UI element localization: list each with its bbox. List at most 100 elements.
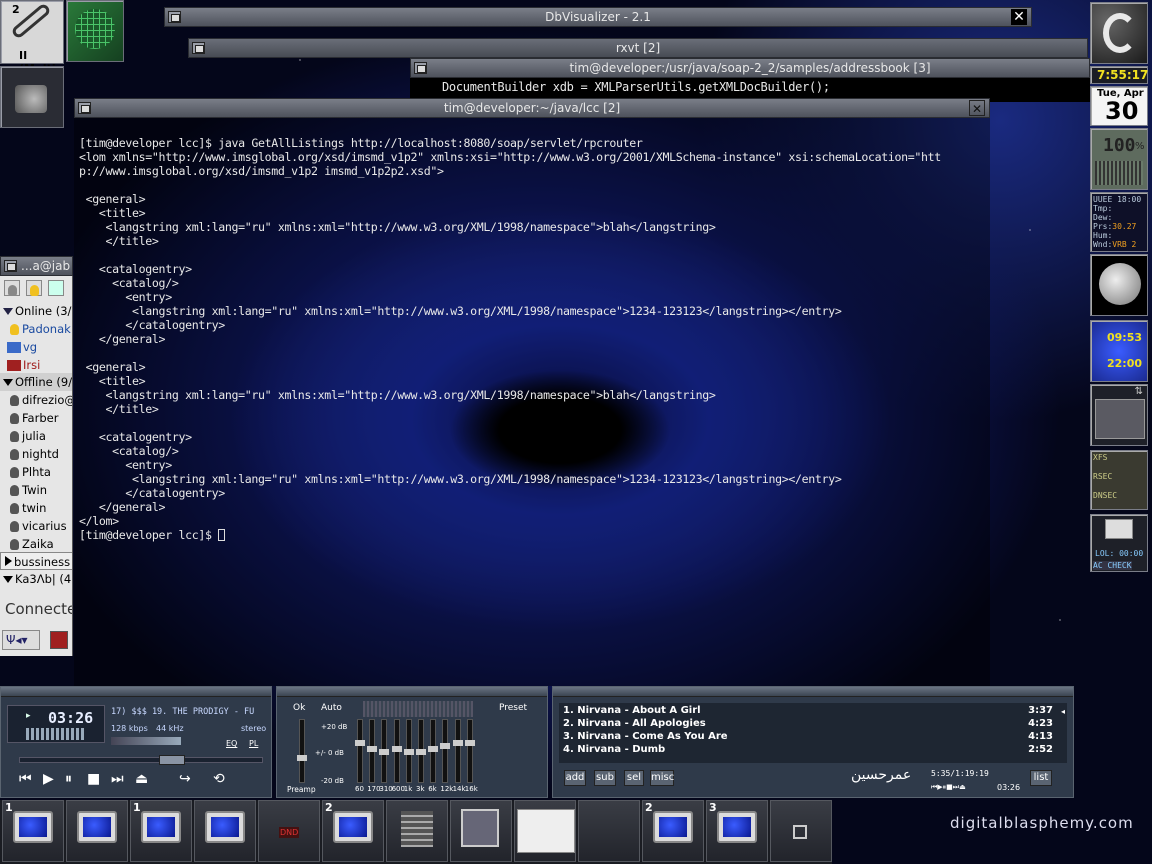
rxvt-titlebar[interactable]: rxvt [2]	[188, 38, 1088, 58]
playlist-sel-button[interactable]: sel	[624, 770, 644, 786]
eq-toggle[interactable]: EQ	[226, 739, 237, 748]
bitrate-value: 128	[111, 724, 127, 733]
window-menu-button[interactable]	[168, 11, 181, 23]
bulb-icon[interactable]	[4, 280, 20, 296]
eq-band-slider[interactable]	[355, 719, 365, 783]
shuffle-icon[interactable]: ↪	[179, 771, 191, 787]
weather-station: UUEE	[1093, 195, 1113, 204]
dbvisualizer-titlebar[interactable]: DbVisualizer - 2.1 ✕	[164, 7, 1032, 27]
contact-item[interactable]: Padonak	[0, 320, 72, 338]
eq-band-slider[interactable]	[379, 719, 390, 783]
group-ka3ab[interactable]: Ka3Λb| (4	[0, 570, 72, 588]
network-app-icon[interactable]	[66, 0, 124, 62]
eq-band-slider[interactable]	[367, 719, 378, 783]
taskbar-workspace-2[interactable]: 2	[322, 800, 384, 862]
contact-item[interactable]: twin	[0, 499, 72, 517]
clip-dockapp[interactable]: 2 II (Multi	[0, 0, 64, 75]
eq-on-toggle[interactable]: Ok	[293, 703, 305, 713]
playlist-misc-button[interactable]: misc	[650, 770, 674, 786]
antenna-icon[interactable]: Ψ◂▾	[2, 630, 40, 650]
contact-item[interactable]: julia	[0, 427, 72, 445]
taskbar-monitor[interactable]	[194, 800, 256, 862]
playlist-list-button[interactable]: list	[1030, 770, 1052, 786]
close-icon[interactable]: ✕	[1011, 9, 1027, 25]
addressbook-titlebar[interactable]: tim@developer:/usr/java/soap-2_2/samples…	[410, 58, 1090, 78]
eject-icon[interactable]: ⏏	[135, 771, 148, 787]
group-offline[interactable]: Offline (9/	[0, 373, 72, 391]
eq-band-slider[interactable]	[452, 719, 463, 783]
stop-icon[interactable]: ■	[87, 771, 100, 787]
contact-item[interactable]: Zaika	[0, 535, 72, 553]
lcc-terminal-content[interactable]: [tim@developer lcc]$ java GetAllListings…	[74, 118, 990, 686]
mini-controls[interactable]: ⏮▶⏸■⏭⏏	[931, 783, 966, 792]
window-menu-button[interactable]	[78, 102, 91, 114]
seek-bar[interactable]	[19, 757, 263, 763]
taskbar-browser-thumb[interactable]	[514, 800, 576, 862]
seek-knob[interactable]	[159, 755, 185, 765]
playlist-row[interactable]: 2. Nirvana - All Apologies 4:23	[563, 718, 1059, 731]
window-menu-button[interactable]	[192, 42, 205, 54]
eq-band-slider[interactable]	[464, 719, 475, 783]
mail-dockapp[interactable]: LOL: 00:00 AC CHECK	[1090, 514, 1148, 572]
eq-band-slider[interactable]	[391, 719, 402, 783]
bulb-icon[interactable]	[26, 280, 42, 296]
playlist-add-button[interactable]: add	[564, 770, 586, 786]
window-menu-button[interactable]	[4, 260, 17, 272]
sound-dockapp[interactable]	[0, 66, 64, 128]
taskbar-windows-app[interactable]	[450, 800, 512, 862]
previous-icon[interactable]: ⏮	[19, 771, 32, 787]
contact-name: julia	[22, 429, 46, 443]
taskbar-headphone[interactable]	[770, 800, 832, 862]
lcc-terminal-titlebar[interactable]: tim@developer:~/java/lcc [2] ✕	[74, 98, 990, 118]
contact-item[interactable]: vg	[0, 338, 72, 356]
contact-name: Plhta	[22, 465, 51, 479]
xmms-titlebar[interactable]	[1, 687, 271, 697]
playlist-row[interactable]: 1. Nirvana - About A Girl 3:37	[563, 705, 1059, 718]
terminal-prompt-line[interactable]: [tim@developer lcc]$	[79, 528, 990, 542]
eq-band-slider[interactable]	[440, 719, 451, 783]
playlist-sub-button[interactable]: sub	[594, 770, 616, 786]
playlist-row[interactable]: 4. Nirvana - Dumb 2:52	[563, 744, 1059, 757]
contact-item[interactable]: difrezio@	[0, 391, 72, 409]
eq-band-slider[interactable]	[403, 719, 414, 783]
playlist-scroll-icon[interactable]: ◂	[1061, 707, 1065, 716]
status-icon[interactable]	[50, 631, 68, 649]
playlist-titlebar[interactable]	[553, 687, 1073, 697]
pl-toggle[interactable]: PL	[249, 739, 258, 748]
contact-item[interactable]: Plhta	[0, 463, 72, 481]
eq-titlebar[interactable]	[277, 687, 547, 697]
contact-item[interactable]: Irsi	[0, 356, 72, 374]
contact-item[interactable]: Twin	[0, 481, 72, 499]
contact-item[interactable]: nightd	[0, 445, 72, 463]
eq-band-slider[interactable]	[428, 719, 439, 783]
taskbar-workspace-1[interactable]: 1	[2, 800, 64, 862]
pause-icon[interactable]: ⏸	[65, 771, 72, 787]
taskbar-empty[interactable]	[578, 800, 640, 862]
contact-item[interactable]: Farber	[0, 409, 72, 427]
taskbar-workspace-3[interactable]: 3	[706, 800, 768, 862]
repeat-icon[interactable]: ⟲	[213, 771, 225, 787]
window-menu-button[interactable]	[414, 62, 427, 74]
play-icon[interactable]: ▶	[43, 771, 54, 787]
playlist-row[interactable]: 3. Nirvana - Come As You Are 4:13	[563, 731, 1059, 744]
preamp-slider[interactable]	[297, 719, 307, 783]
taskbar-workspace-1b[interactable]: 1	[130, 800, 192, 862]
volume-slider[interactable]	[111, 737, 181, 745]
contact-item[interactable]: vicarius	[0, 517, 72, 535]
close-icon[interactable]: ✕	[969, 100, 985, 116]
taskbar-workspace-2b[interactable]: 2	[642, 800, 704, 862]
mail-check[interactable]: AC CHECK	[1093, 561, 1132, 570]
group-bussiness[interactable]: bussiness	[0, 552, 72, 570]
group-online[interactable]: Online (3/	[0, 302, 72, 320]
eq-band-slider[interactable]	[416, 719, 426, 783]
roster-icon[interactable]	[48, 280, 64, 296]
taskbar-computer[interactable]	[66, 800, 128, 862]
window-maker-logo[interactable]	[1090, 2, 1148, 64]
eq-auto-toggle[interactable]: Auto	[321, 703, 342, 713]
next-icon[interactable]: ⏭	[111, 771, 124, 787]
pager-dockapp[interactable]: ⇅	[1090, 384, 1148, 446]
jabber-titlebar[interactable]: ...a@jab	[0, 256, 73, 276]
eq-preset-button[interactable]: Preset	[499, 703, 527, 713]
taskbar-cursor-app[interactable]	[386, 800, 448, 862]
taskbar-dnd[interactable]: DND	[258, 800, 320, 862]
